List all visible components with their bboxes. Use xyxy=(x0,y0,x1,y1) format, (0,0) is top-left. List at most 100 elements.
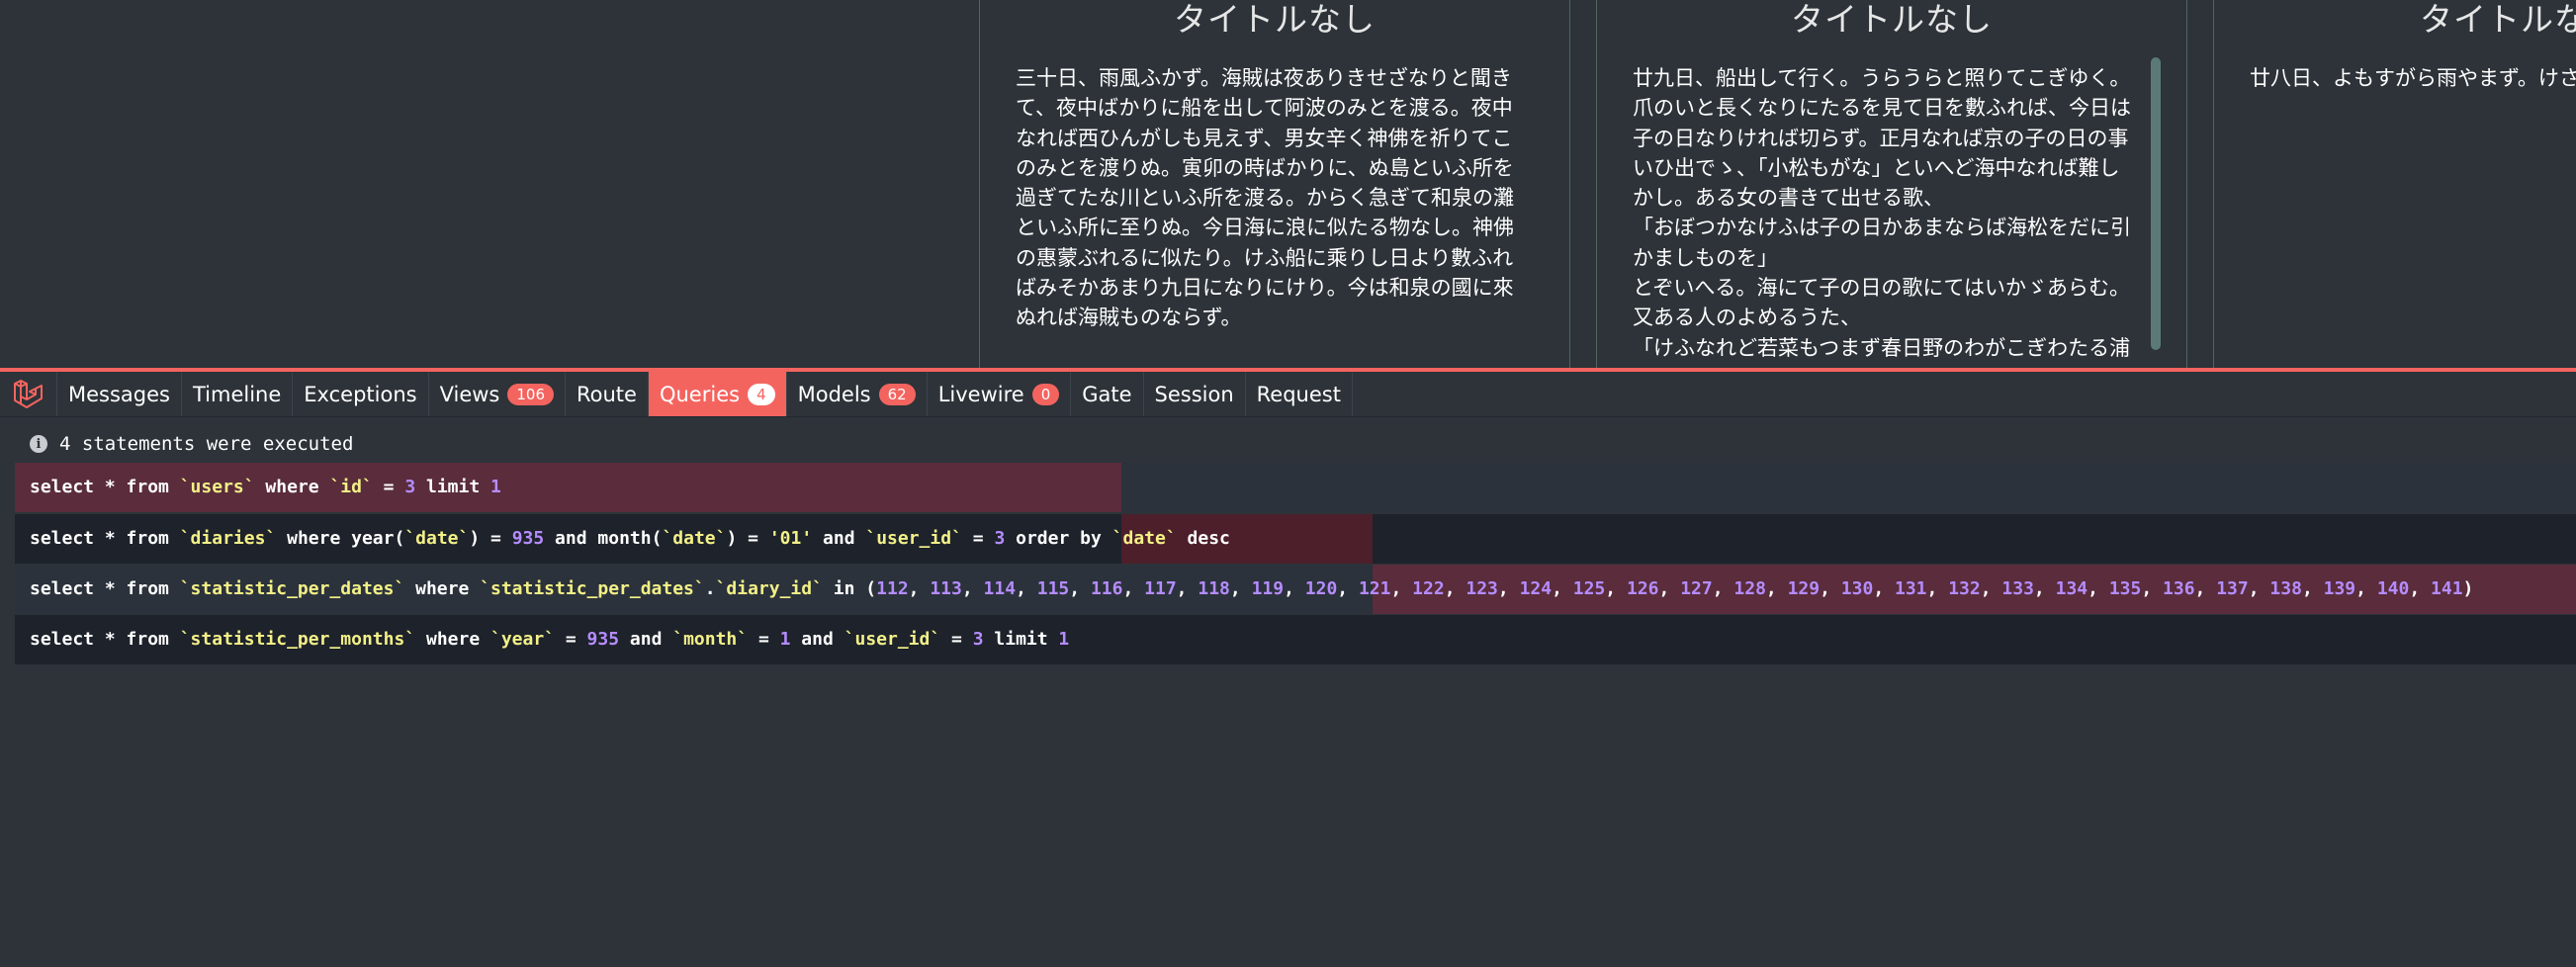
sql-token: 132 xyxy=(1948,578,1981,599)
sql-token: , xyxy=(2301,578,2324,599)
tab-timeline[interactable]: Timeline xyxy=(182,372,294,416)
tab-queries[interactable]: Queries 4 xyxy=(648,372,787,416)
query-summary-text: 4 statements were executed xyxy=(59,433,354,455)
sql-token: `user_id` xyxy=(844,629,941,650)
sql-token: , xyxy=(1444,578,1466,599)
diary-scrollbar[interactable] xyxy=(2151,57,2161,350)
tab-request[interactable]: Request xyxy=(1246,372,1353,416)
sql-token: , xyxy=(1497,578,1520,599)
tab-livewire[interactable]: Livewire 0 xyxy=(928,372,1072,416)
info-icon: i xyxy=(30,435,47,453)
sql-token: 129 xyxy=(1787,578,1821,599)
sql-token: and month( xyxy=(544,528,663,549)
sql-token: 120 xyxy=(1304,578,1338,599)
sql-token: order by xyxy=(1005,528,1112,549)
sql-token: 935 xyxy=(511,528,545,549)
sql-token: = xyxy=(940,629,973,650)
sql-token: 115 xyxy=(1036,578,1070,599)
tab-label: Timeline xyxy=(192,382,282,406)
sql-token: 127 xyxy=(1680,578,1713,599)
sql-token: 121 xyxy=(1358,578,1391,599)
query-row[interactable]: select * from `diaries` where year(`date… xyxy=(15,514,2576,564)
query-sql: select * from `diaries` where year(`date… xyxy=(30,514,1230,564)
sql-token: select * from xyxy=(30,528,180,549)
diary-body: 廿九日、船出して行く。うらうらと照りてこぎゆく。爪のいと長くなりにたるを見て日を… xyxy=(1633,66,2131,360)
sql-token: 117 xyxy=(1144,578,1177,599)
sql-token: ) = xyxy=(726,528,769,549)
sql-token: 124 xyxy=(1519,578,1553,599)
tab-count-badge: 4 xyxy=(748,383,775,405)
sql-token: `id` xyxy=(329,477,373,497)
sql-token: , xyxy=(1820,578,1841,599)
sql-token: 139 xyxy=(2323,578,2356,599)
sql-token: 138 xyxy=(2269,578,2302,599)
tab-count-badge: 106 xyxy=(507,383,554,405)
tab-views[interactable]: Views 106 xyxy=(429,372,566,416)
sql-token: `month` xyxy=(672,629,749,650)
sql-token: 131 xyxy=(1895,578,1927,599)
sql-token: 137 xyxy=(2216,578,2249,599)
diary-title: タイトルなし xyxy=(1791,0,1993,39)
sql-token: 125 xyxy=(1572,578,1606,599)
sql-token: limit xyxy=(983,629,1059,650)
tab-messages[interactable]: Messages xyxy=(57,372,182,416)
tab-count-badge: 0 xyxy=(1031,383,1060,405)
diary-title: タイトルなし xyxy=(2420,0,2576,39)
sql-token: 113 xyxy=(930,578,962,599)
sql-token: and xyxy=(812,528,866,549)
sql-token: 128 xyxy=(1733,578,1766,599)
sql-token: , xyxy=(2087,578,2109,599)
sql-token: `statistic_per_dates` xyxy=(480,578,705,599)
sql-token: , xyxy=(2194,578,2217,599)
tab-label: Livewire xyxy=(937,382,1024,406)
tab-label: Messages xyxy=(68,382,170,406)
sql-token: . xyxy=(704,578,716,599)
query-row[interactable]: select * from `statistic_per_months` whe… xyxy=(15,615,2576,664)
sql-token: `statistic_per_dates` xyxy=(179,578,405,599)
sql-token: 1 xyxy=(490,477,501,497)
sql-token: 135 xyxy=(2108,578,2142,599)
sql-token: 133 xyxy=(2001,578,2034,599)
sql-token: , xyxy=(1712,578,1734,599)
sql-token: `date` xyxy=(404,528,470,549)
diary-card[interactable]: タイトルなし 廿八日、よもすがら雨やまず。けさ xyxy=(2213,0,2576,368)
sql-token: 126 xyxy=(1626,578,1659,599)
tab-label: Gate xyxy=(1082,382,1132,406)
debugbar: Messages Timeline Exceptions Views 106 Route Q… xyxy=(0,368,2576,967)
sql-token: `date` xyxy=(662,528,727,549)
laravel-logo-icon[interactable] xyxy=(0,372,57,416)
sql-token: = xyxy=(748,629,780,650)
tab-gate[interactable]: Gate xyxy=(1071,372,1144,416)
tab-models[interactable]: Models 62 xyxy=(787,372,928,416)
sql-token: desc xyxy=(1176,528,1230,549)
debugbar-header: Messages Timeline Exceptions Views 106 Route Q… xyxy=(0,368,2576,417)
sql-token: where xyxy=(254,477,330,497)
sql-token: `user_id` xyxy=(865,528,962,549)
sql-token: , xyxy=(1069,578,1091,599)
query-row[interactable]: select * from `users` where `id` = 3 lim… xyxy=(15,463,2576,512)
sql-token: 935 xyxy=(586,629,620,650)
tab-session[interactable]: Session xyxy=(1144,372,1246,416)
diary-card[interactable]: タイトルなし 廿九日、船出して行く。うらうらと照りてこぎゆく。爪のいと長くなりに… xyxy=(1596,0,2187,368)
diary-body: 廿八日、よもすがら雨やまず。けさ xyxy=(2250,66,2576,90)
sql-token: , xyxy=(1552,578,1573,599)
tab-label: Queries xyxy=(659,382,741,406)
sql-token: 119 xyxy=(1251,578,1285,599)
tab-exceptions[interactable]: Exceptions xyxy=(293,372,429,416)
sql-token: where xyxy=(404,578,481,599)
sql-token: 3 xyxy=(994,528,1006,549)
sql-token: in ( xyxy=(822,578,877,599)
tab-route[interactable]: Route xyxy=(566,372,649,416)
tab-label: Route xyxy=(577,382,637,406)
query-row[interactable]: select * from `statistic_per_dates` wher… xyxy=(15,565,2576,614)
sql-token: , xyxy=(1926,578,1949,599)
sql-token: 130 xyxy=(1840,578,1874,599)
diary-card[interactable]: タイトルなし 三十日、雨風ふかず。海賊は夜ありきせざなりと聞きて、夜中ばかりに船… xyxy=(979,0,1570,368)
sql-token: 118 xyxy=(1198,578,1230,599)
diary-title: タイトルなし xyxy=(1174,0,1376,39)
sql-token: 141 xyxy=(2431,578,2463,599)
sql-token: and xyxy=(619,629,673,650)
sql-token: , xyxy=(2409,578,2432,599)
sql-token: , xyxy=(961,578,984,599)
tab-label: Exceptions xyxy=(304,382,417,406)
